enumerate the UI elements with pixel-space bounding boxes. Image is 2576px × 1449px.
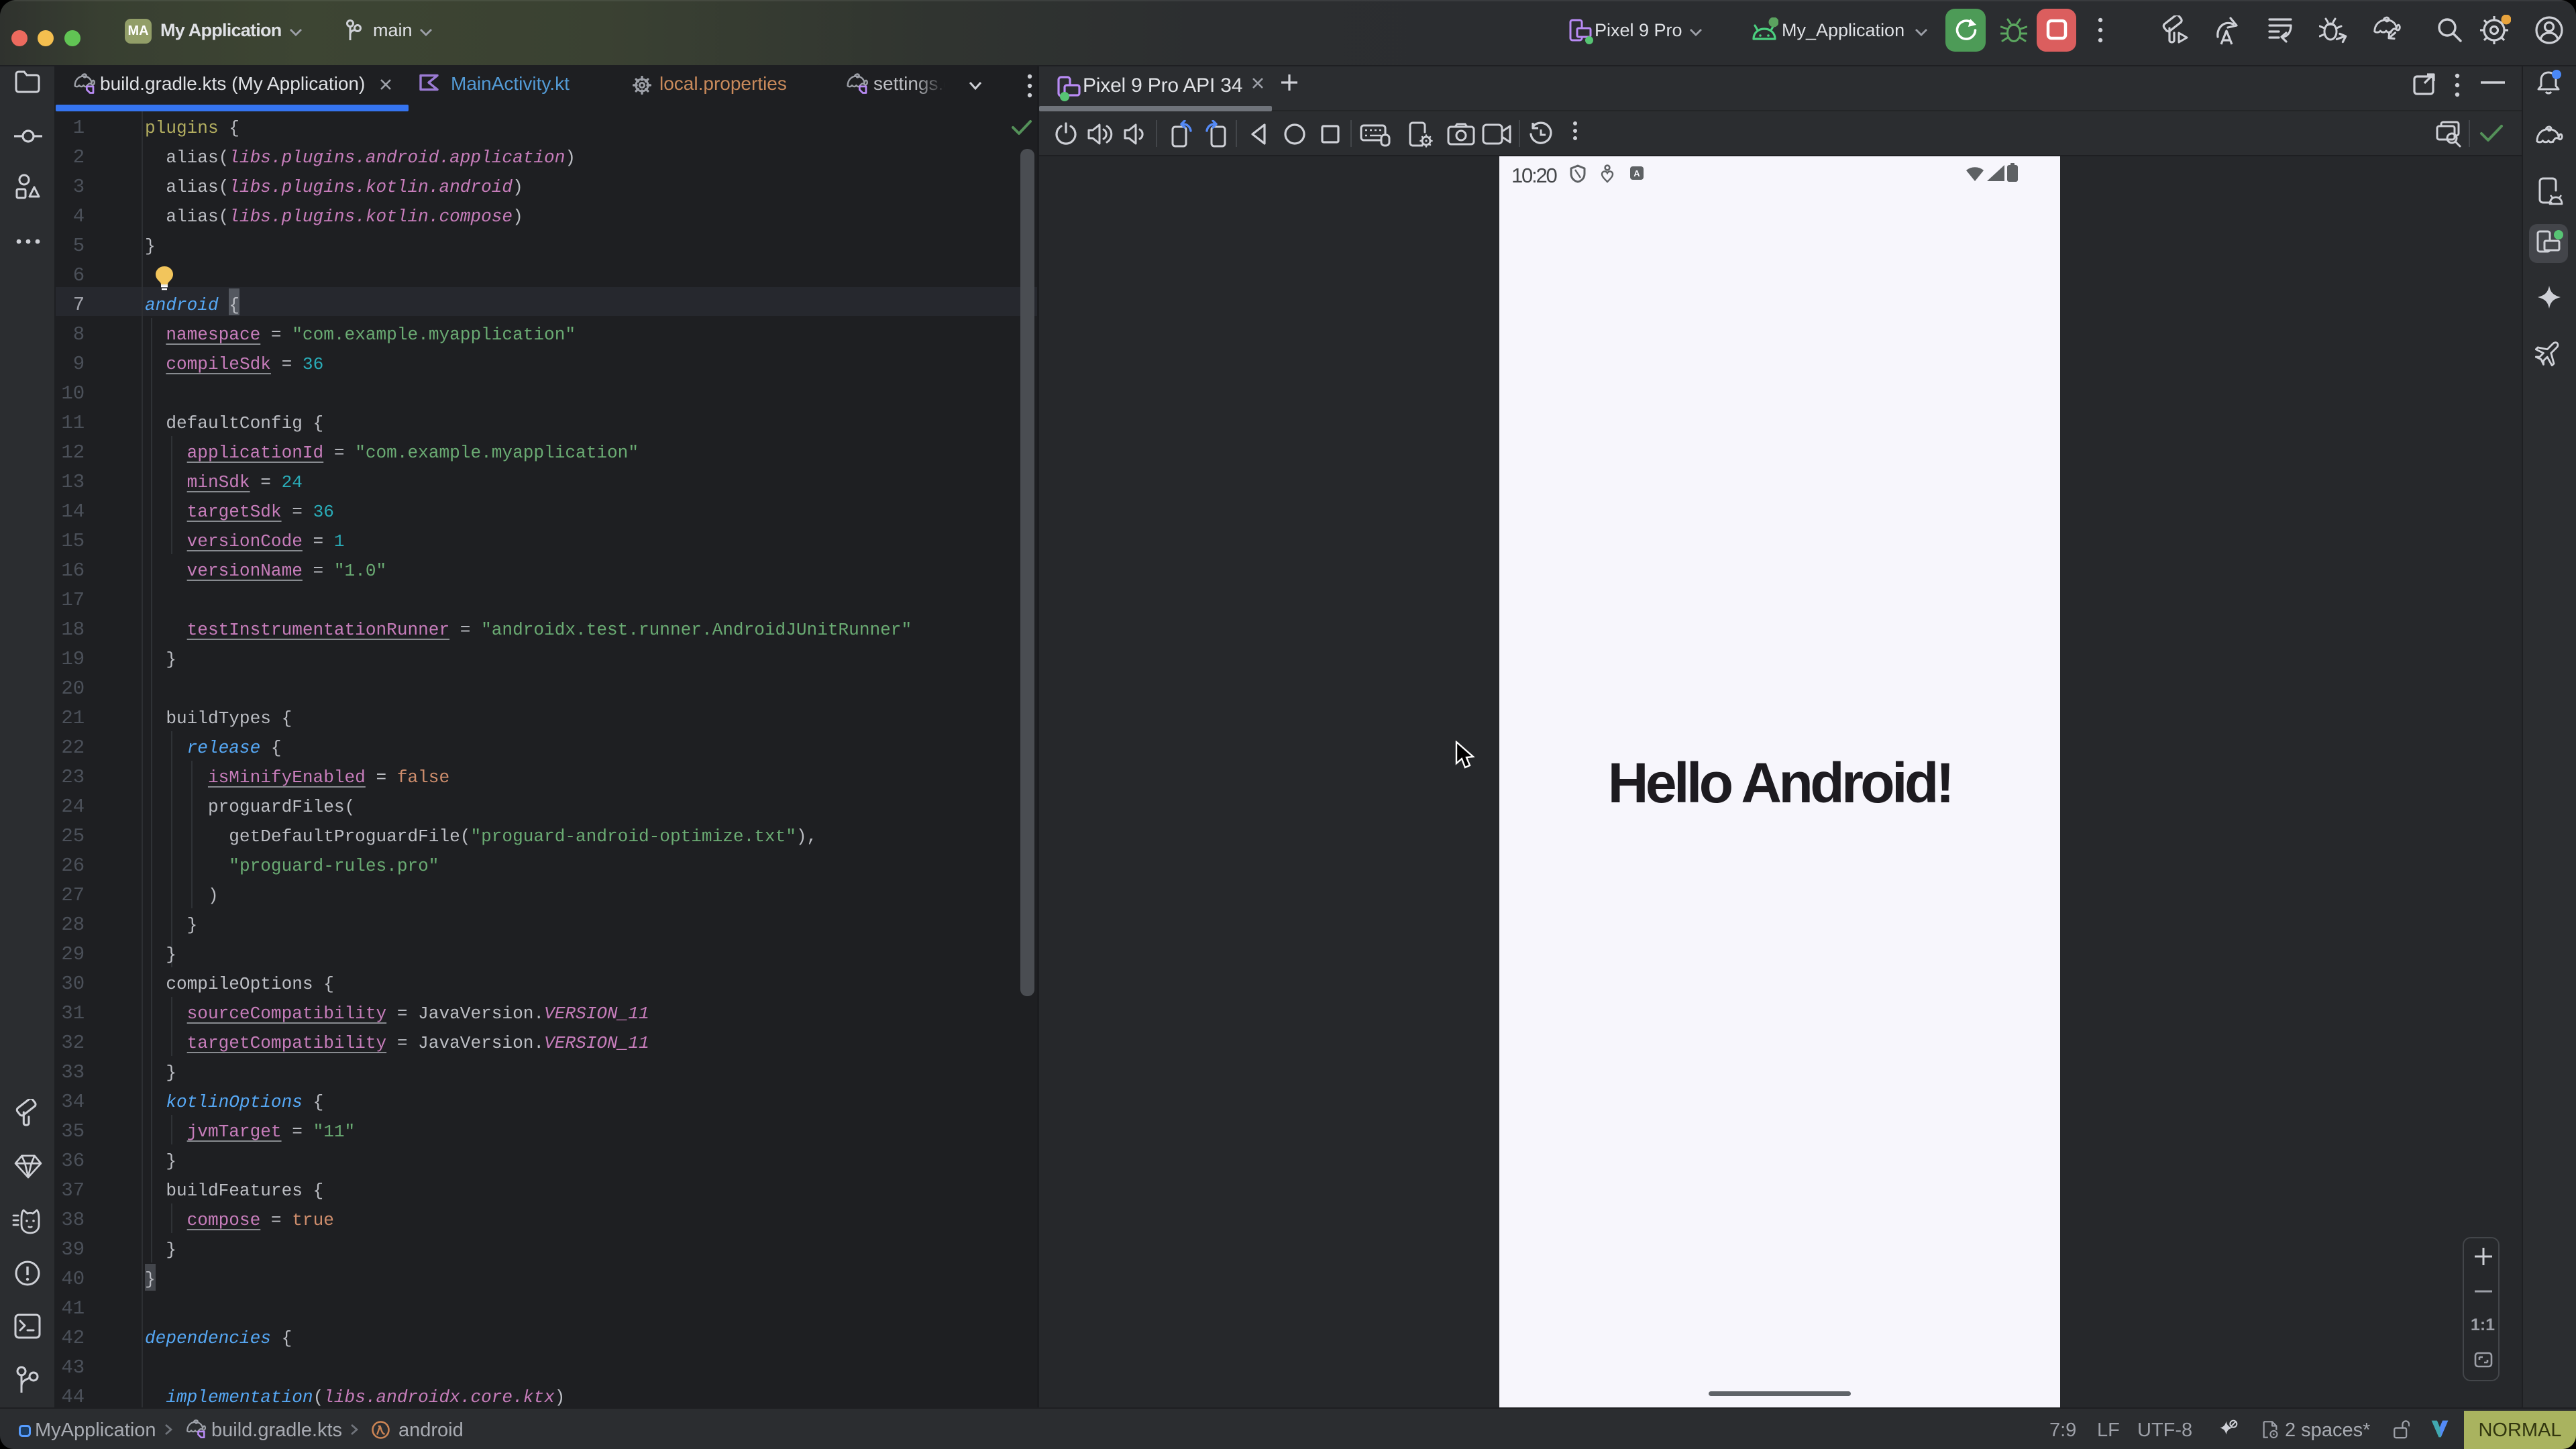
svg-text:A: A [1633, 168, 1640, 178]
